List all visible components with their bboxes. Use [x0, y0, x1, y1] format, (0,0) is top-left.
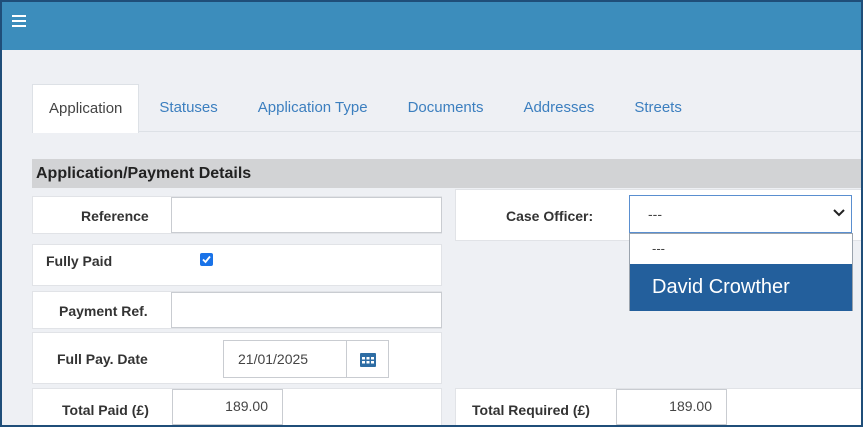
dropdown-option-blank[interactable]: ---: [630, 234, 852, 264]
full-pay-date-row: Full Pay. Date 21/01/2025: [32, 332, 442, 384]
fully-paid-checkbox[interactable]: [200, 253, 213, 266]
full-pay-date-label: Full Pay. Date: [57, 351, 148, 367]
payment-ref-row: Payment Ref.: [32, 291, 442, 329]
total-paid-row: Total Paid (£) 189.00: [32, 388, 442, 425]
app-window: Application Statuses Application Type Do…: [0, 0, 863, 427]
full-pay-date-input[interactable]: 21/01/2025: [223, 340, 347, 378]
case-officer-dropdown: --- David Crowther: [629, 233, 853, 311]
total-required-input[interactable]: 189.00: [616, 389, 727, 425]
hamburger-menu-icon[interactable]: [12, 15, 26, 27]
payment-ref-label: Payment Ref.: [59, 303, 148, 319]
case-officer-label: Case Officer:: [506, 208, 594, 224]
calendar-button[interactable]: [346, 340, 389, 378]
payment-ref-input[interactable]: [171, 292, 442, 328]
fully-paid-row: Fully Paid: [32, 244, 442, 286]
tab-addresses[interactable]: Addresses: [503, 84, 614, 132]
reference-label: Reference: [81, 208, 149, 224]
total-required-row: Total Required (£) 189.00: [455, 388, 861, 425]
case-officer-select[interactable]: ---: [629, 195, 852, 233]
section-title: Application/Payment Details: [32, 159, 861, 188]
top-bar: [2, 2, 861, 50]
case-officer-select-value: ---: [648, 206, 662, 222]
tab-application[interactable]: Application: [32, 84, 140, 133]
calendar-icon: [360, 353, 376, 367]
total-required-label: Total Required (£): [472, 402, 590, 418]
tab-documents[interactable]: Documents: [388, 84, 504, 132]
total-paid-label: Total Paid (£): [62, 402, 149, 418]
reference-row: Reference: [32, 196, 442, 234]
tab-streets[interactable]: Streets: [614, 84, 702, 132]
tab-statuses[interactable]: Statuses: [139, 84, 237, 132]
tab-application-type[interactable]: Application Type: [238, 84, 388, 132]
tab-bar: Application Statuses Application Type Do…: [32, 84, 861, 133]
fully-paid-label: Fully Paid: [46, 253, 113, 269]
dropdown-option-david-crowther[interactable]: David Crowther: [630, 264, 852, 311]
reference-input[interactable]: [171, 197, 442, 233]
chevron-down-icon: [833, 209, 845, 217]
total-paid-input[interactable]: 189.00: [172, 389, 283, 425]
checkmark-icon: [202, 255, 211, 264]
